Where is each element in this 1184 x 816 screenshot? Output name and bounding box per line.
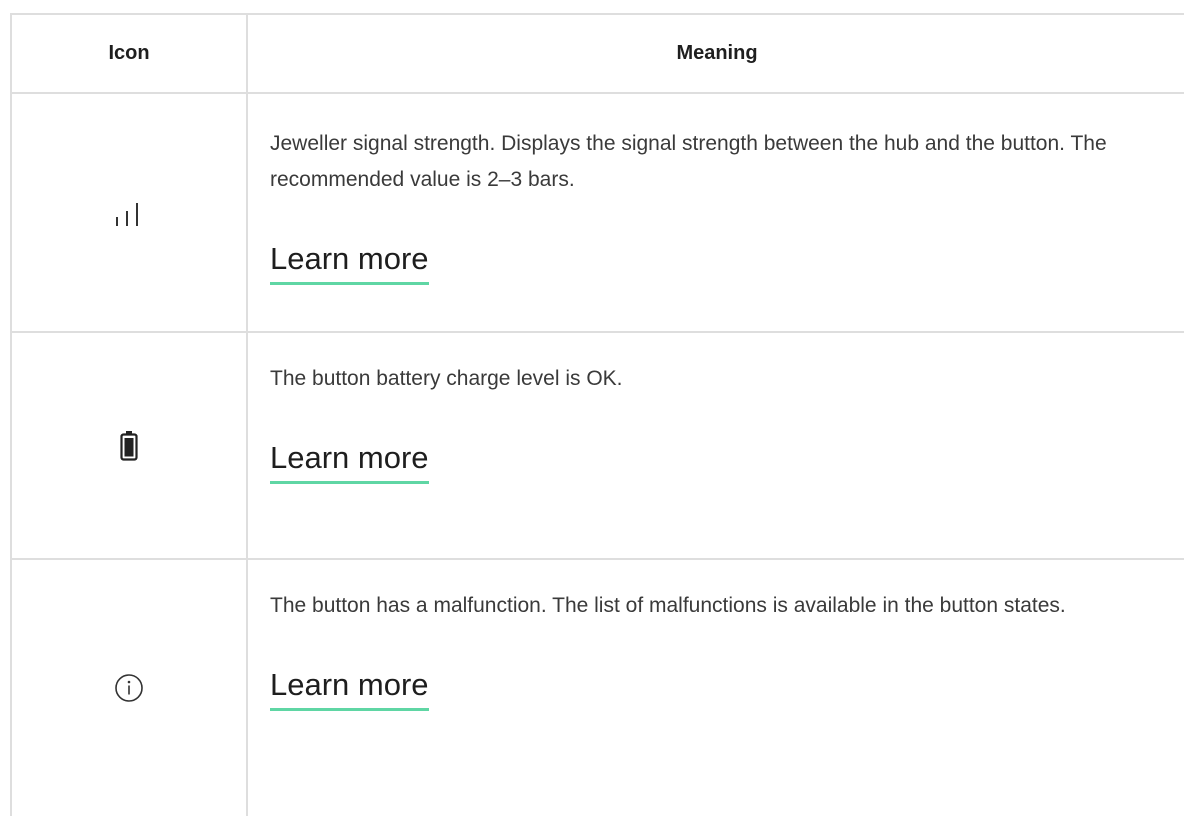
table-row: The button battery charge level is OK. L… (12, 333, 1184, 560)
meaning-cell: The button has a malfunction. The list o… (248, 560, 1184, 816)
signal-strength-icon (114, 200, 144, 226)
learn-more-link[interactable]: Learn more (270, 439, 429, 484)
meaning-cell: The button battery charge level is OK. L… (248, 333, 1184, 558)
header-icon-column: Icon (12, 15, 248, 92)
icon-cell (12, 560, 248, 816)
table-row: The button has a malfunction. The list o… (12, 560, 1184, 816)
header-meaning-column: Meaning (676, 42, 758, 64)
info-icon (114, 673, 144, 703)
learn-more-link[interactable]: Learn more (270, 666, 429, 711)
icon-cell (12, 333, 248, 558)
row-description: Jeweller signal strength. Displays the s… (270, 132, 1107, 191)
battery-icon (120, 430, 138, 461)
row-description: The button battery charge level is OK. (270, 367, 623, 390)
icon-cell (12, 94, 248, 331)
icons-table: Icon Meaning Jeweller signal strength. D… (10, 13, 1184, 816)
table-header-row: Icon Meaning (12, 15, 1184, 94)
table-row: Jeweller signal strength. Displays the s… (12, 94, 1184, 333)
meaning-cell: Jeweller signal strength. Displays the s… (248, 94, 1184, 331)
learn-more-link[interactable]: Learn more (270, 240, 429, 285)
row-description: The button has a malfunction. The list o… (270, 594, 1066, 617)
